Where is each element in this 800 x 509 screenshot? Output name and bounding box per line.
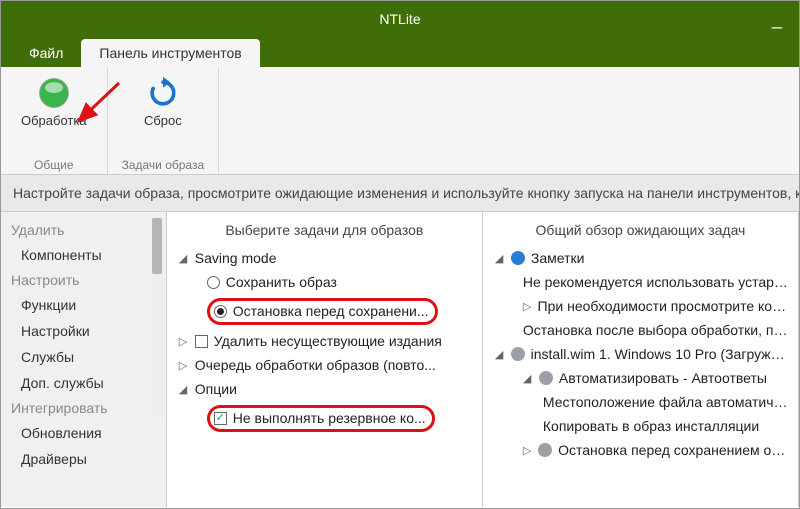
node-install-wim[interactable]: ◢ install.wim 1. Windows 10 Pro (Загруже… [487, 342, 794, 366]
node-processing-queue[interactable]: ▷ Очередь обработки образов (повто... [171, 353, 478, 377]
group-image-tasks-label: Задачи образа [122, 154, 205, 172]
node-note1[interactable]: Не рекомендуется использовать устаревши [487, 270, 794, 294]
reset-label: Сброс [144, 113, 182, 128]
tasks-tree-panel: Выберите задачи для образов ◢ Saving mod… [167, 212, 483, 507]
sidebar-section-integrate: Интегрировать [1, 396, 166, 420]
sidebar-item-settings[interactable]: Настройки [1, 318, 166, 344]
scrollbar-thumb[interactable] [152, 218, 162, 274]
process-label: Обработка [21, 113, 87, 128]
ribbon-group-general: Обработка Общие [1, 67, 108, 174]
sidebar-item-components[interactable]: Компоненты [1, 242, 166, 268]
sidebar-item-extra-services[interactable]: Доп. службы [1, 370, 166, 396]
node-options[interactable]: ◢ Опции [171, 377, 478, 401]
group-general-label: Общие [15, 154, 93, 172]
node-automate[interactable]: ◢ Автоматизировать - Автоответы [487, 366, 794, 390]
annotation-circle: ✓ Не выполнять резервное ко... [207, 405, 435, 432]
checkbox-delete-nonexistent[interactable] [195, 335, 208, 348]
node-no-backup[interactable]: ✓ Не выполнять резервное ко... [171, 401, 478, 436]
annotation-circle: Остановка перед сохранени... [207, 298, 438, 325]
overview-tree-panel: Общий обзор ожидающих задач ◢ Заметки Не… [483, 212, 799, 507]
sidebar-scrollbar[interactable] [150, 218, 164, 418]
node-delete-nonexistent[interactable]: ▷ Удалить несуществующие издания [171, 329, 478, 353]
overview-tree: ◢ Заметки Не рекомендуется использовать … [487, 246, 794, 462]
node-stop-before-save[interactable]: Остановка перед сохранени... [171, 294, 478, 329]
node-note3[interactable]: Остановка после выбора обработки, потому [487, 318, 794, 342]
chevron-down-icon[interactable]: ◢ [179, 252, 191, 265]
chevron-down-icon[interactable]: ◢ [495, 252, 507, 265]
chevron-down-icon[interactable]: ◢ [179, 383, 191, 396]
chevron-right-icon[interactable]: ▷ [523, 300, 534, 313]
node-saving-mode[interactable]: ◢ Saving mode [171, 246, 478, 270]
overview-tree-header: Общий обзор ожидающих задач [487, 218, 794, 246]
radio-save-image[interactable] [207, 276, 220, 289]
refresh-icon [145, 75, 181, 111]
sidebar-section-configure: Настроить [1, 268, 166, 292]
node-notes[interactable]: ◢ Заметки [487, 246, 794, 270]
panels: Выберите задачи для образов ◢ Saving mod… [167, 212, 799, 507]
node-note2[interactable]: ▷ При необходимости просмотрите контроль… [487, 294, 794, 318]
main-area: Удалить Компоненты Настроить Функции Нас… [1, 212, 799, 507]
chevron-right-icon[interactable]: ▷ [179, 359, 191, 372]
info-bar: Настройте задачи образа, просмотрите ожи… [1, 175, 799, 212]
process-button[interactable]: Обработка [15, 73, 93, 130]
gear-icon [539, 371, 553, 385]
ribbon-group-image-tasks: Сброс Задачи образа [108, 67, 220, 174]
reset-button[interactable]: Сброс [122, 73, 205, 130]
titlebar: NTLite _ [1, 1, 799, 37]
sidebar-item-services[interactable]: Службы [1, 344, 166, 370]
window-title: NTLite [379, 11, 420, 27]
sidebar-section-delete: Удалить [1, 218, 166, 242]
chevron-right-icon[interactable]: ▷ [523, 444, 534, 457]
minimize-button[interactable]: _ [767, 9, 787, 29]
tab-file[interactable]: Файл [11, 39, 81, 67]
node-stop-before-save2[interactable]: ▷ Остановка перед сохранением образа [487, 438, 794, 462]
tasks-tree-header: Выберите задачи для образов [171, 218, 478, 246]
tasks-tree: ◢ Saving mode Сохранить образ Остановка … [171, 246, 478, 436]
chevron-right-icon[interactable]: ▷ [179, 335, 191, 348]
node-auto-sub1[interactable]: Местоположение файла автоматических [487, 390, 794, 414]
node-auto-sub2[interactable]: Копировать в образ инсталляции [487, 414, 794, 438]
process-orb-icon [36, 75, 72, 111]
node-save-image[interactable]: Сохранить образ [171, 270, 478, 294]
ribbon: Обработка Общие Сброс Задачи образа [1, 67, 799, 175]
sidebar-item-drivers[interactable]: Драйверы [1, 446, 166, 472]
radio-stop-before-save[interactable] [214, 305, 227, 318]
info-icon [511, 251, 525, 265]
disk-icon [511, 347, 525, 361]
ribbon-tabs: Файл Панель инструментов [1, 37, 799, 67]
sidebar-item-updates[interactable]: Обновления [1, 420, 166, 446]
disk-icon [538, 443, 552, 457]
sidebar: Удалить Компоненты Настроить Функции Нас… [1, 212, 167, 507]
tab-toolbar[interactable]: Панель инструментов [81, 39, 259, 67]
checkbox-no-backup[interactable]: ✓ [214, 412, 227, 425]
chevron-down-icon[interactable]: ◢ [495, 348, 507, 361]
chevron-down-icon[interactable]: ◢ [523, 372, 535, 385]
sidebar-item-functions[interactable]: Функции [1, 292, 166, 318]
